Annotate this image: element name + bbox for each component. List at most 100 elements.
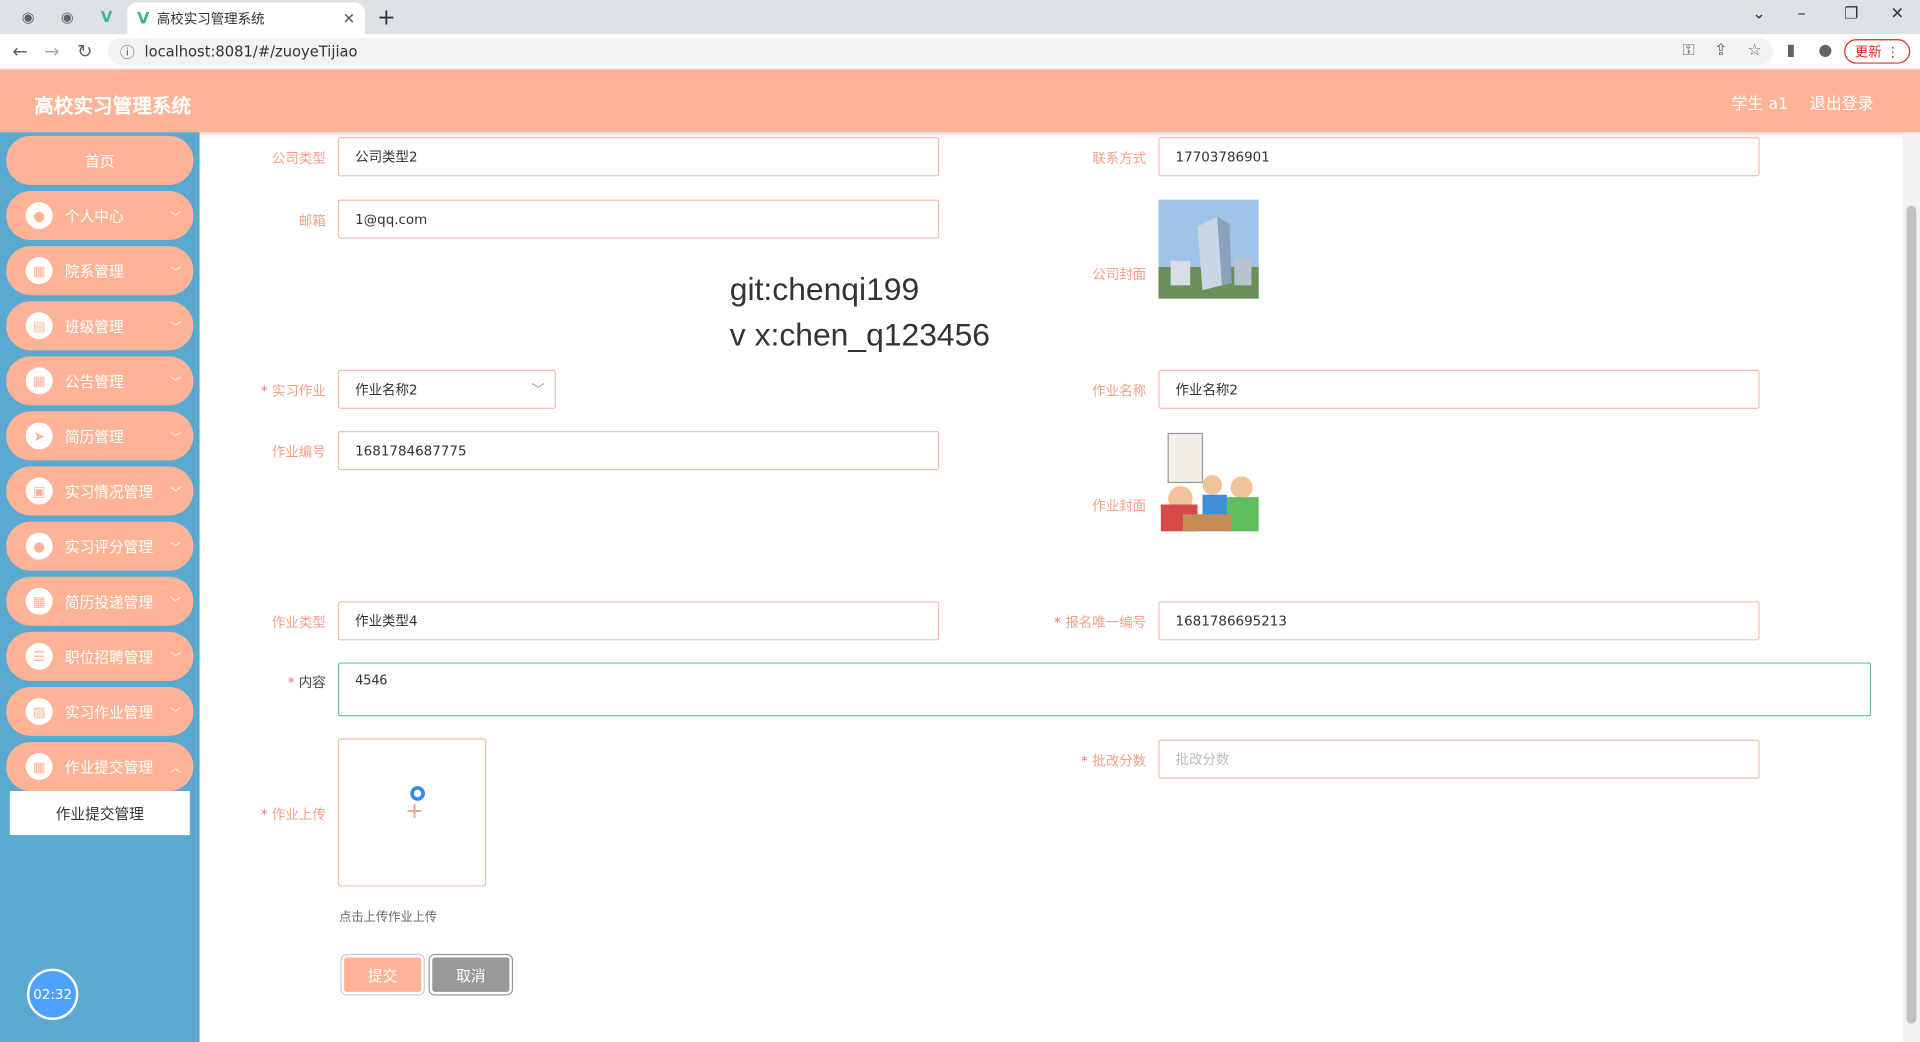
- content-textarea[interactable]: 4546: [337, 662, 1872, 717]
- company-cover-image: [1158, 199, 1259, 299]
- pinned-tab-icon[interactable]: ◉: [54, 5, 81, 29]
- location-icon: ●: [25, 532, 53, 560]
- grid-icon: ▦: [25, 587, 53, 615]
- sidebar-item-label: 职位招聘管理: [64, 648, 154, 666]
- share-icon[interactable]: ⇪: [1714, 42, 1727, 60]
- pinned-tab-icon[interactable]: ◉: [15, 5, 42, 29]
- user-label: 学生 a1: [1731, 95, 1789, 114]
- contact-field[interactable]: 17703786901: [1158, 137, 1760, 177]
- sidebar-item-label: 简历管理: [64, 427, 124, 446]
- browser-tab-active[interactable]: V 高校实习管理系统 ✕: [127, 2, 365, 35]
- sidebar-item-home[interactable]: 首页: [6, 135, 194, 185]
- score-label: * 批改分数: [1081, 753, 1147, 769]
- sidepanel-icon[interactable]: ▮: [1787, 42, 1796, 60]
- email-field[interactable]: 1@qq.com: [337, 199, 940, 239]
- score-field[interactable]: 批改分数: [1158, 739, 1760, 779]
- reload-icon[interactable]: ↻: [77, 40, 92, 62]
- sidebar-item-resume[interactable]: ➤ 简历管理 ﹀: [6, 411, 194, 461]
- watermark-line1: git:chenqi199: [729, 270, 920, 308]
- chevron-down-icon: ﹀: [170, 266, 182, 279]
- sidebar-item-label: 班级管理: [64, 317, 124, 335]
- app-header: [0, 69, 1920, 133]
- sidebar-item-department[interactable]: ▦ 院系管理 ﹀: [6, 246, 194, 296]
- forward-icon[interactable]: →: [44, 40, 59, 62]
- chevron-down-icon: ﹀: [170, 376, 182, 389]
- back-icon[interactable]: ←: [12, 40, 27, 62]
- sidebar-item-homework-submit[interactable]: ▦ 作业提交管理 ︿: [6, 742, 194, 792]
- new-tab-button[interactable]: +: [377, 5, 395, 31]
- sidebar-item-label: 个人中心: [64, 207, 124, 225]
- star-icon[interactable]: ☆: [1747, 42, 1761, 60]
- logout-link[interactable]: 退出登录: [1810, 91, 1874, 114]
- sidebar-item-resume-delivery[interactable]: ▦ 简历投递管理 ﹀: [6, 576, 194, 626]
- submit-button[interactable]: 提交: [341, 955, 424, 995]
- cancel-button[interactable]: 取消: [429, 955, 512, 995]
- internship-homework-label: * 实习作业: [260, 383, 326, 400]
- user-icon: ●: [25, 202, 53, 229]
- sidebar-item-label: 实习情况管理: [64, 483, 154, 501]
- score-label-text: 批改分数: [1092, 753, 1147, 769]
- chevron-down-icon: ﹀: [531, 382, 545, 398]
- sidebar-item-internship-status[interactable]: ▣ 实习情况管理 ﹀: [6, 466, 194, 516]
- signup-id-label: * 报名唯一编号: [1054, 614, 1147, 631]
- chevron-down-icon: ﹀: [170, 321, 182, 334]
- sidebar-item-label: 作业提交管理: [64, 758, 154, 776]
- chevron-down-icon: ﹀: [170, 541, 182, 555]
- vue-tab-icon[interactable]: V: [93, 5, 120, 29]
- key-icon[interactable]: ⚿: [1682, 42, 1694, 60]
- signup-id-label-text: 报名唯一编号: [1065, 614, 1147, 631]
- apps-icon: ▦: [25, 753, 53, 781]
- profile-icon[interactable]: ●: [1818, 42, 1832, 60]
- sidebar-item-job-recruit[interactable]: ☰ 职位招聘管理 ﹀: [6, 631, 194, 681]
- internship-homework-label-text: 实习作业: [271, 383, 326, 400]
- signup-id-field[interactable]: 1681786695213: [1158, 601, 1760, 641]
- internship-homework-selected: 作业名称2: [355, 382, 418, 398]
- upload-hint: 点击上传作业上传: [339, 911, 438, 925]
- chevron-down-icon: ﹀: [170, 211, 182, 224]
- restore-button[interactable]: ❐: [1844, 5, 1858, 23]
- watermark-line2: v x:chen_q123456: [729, 315, 991, 353]
- app-title: 高校实习管理系统: [34, 94, 192, 118]
- briefcase-icon: ▤: [25, 312, 53, 340]
- sidebar-item-label: 简历投递管理: [64, 593, 154, 611]
- internship-homework-select[interactable]: 作业名称2 ﹀: [337, 369, 556, 409]
- sidebar-item-label: 院系管理: [64, 262, 124, 280]
- minimize-button[interactable]: –: [1798, 5, 1806, 23]
- submenu-homework-submit[interactable]: 作业提交管理: [9, 791, 190, 836]
- close-tab-icon[interactable]: ✕: [343, 10, 355, 27]
- site-info-icon[interactable]: ⓘ: [120, 41, 135, 62]
- upload-label: * 作业上传: [260, 806, 326, 823]
- sidebar-item-notice[interactable]: ▦ 公告管理 ﹀: [6, 356, 194, 406]
- homework-type-label: 作业类型: [271, 614, 326, 631]
- sidebar-item-class[interactable]: ▤ 班级管理 ﹀: [6, 301, 194, 351]
- sidebar-item-label: 首页: [85, 152, 115, 170]
- homework-name-field[interactable]: 作业名称2: [1158, 369, 1760, 409]
- url-text: localhost:8081/#/zuoyeTijiao: [144, 42, 358, 61]
- homework-no-field[interactable]: 1681784687775: [337, 431, 940, 471]
- homework-type-field[interactable]: 作业类型4: [337, 601, 940, 641]
- email-label: 邮箱: [298, 213, 326, 229]
- update-button[interactable]: 更新 ⋮: [1844, 39, 1911, 64]
- url-field[interactable]: ⓘ localhost:8081/#/zuoyeTijiao: [107, 37, 1774, 65]
- sidebar-item-internship-score[interactable]: ● 实习评分管理 ﹀: [6, 521, 194, 571]
- update-label: 更新: [1854, 44, 1882, 61]
- tab-title: 高校实习管理系统: [156, 11, 265, 27]
- sidebar-item-label: 实习评分管理: [64, 538, 154, 556]
- company-type-label: 公司类型: [271, 150, 326, 167]
- sidebar-item-label: 实习作业管理: [64, 703, 154, 721]
- company-type-field[interactable]: 公司类型2: [337, 137, 940, 177]
- list-icon: ☰: [25, 642, 53, 670]
- tab-search-icon[interactable]: ⌄: [1752, 5, 1765, 23]
- upload-box[interactable]: +: [337, 738, 487, 887]
- company-cover-label: 公司封面: [1092, 266, 1147, 283]
- chevron-down-icon: ﹀: [170, 486, 182, 499]
- chevron-down-icon: ﹀: [170, 431, 182, 444]
- image-icon: ▨: [25, 697, 53, 725]
- close-window-button[interactable]: ✕: [1891, 5, 1904, 23]
- plus-icon: +: [405, 798, 424, 825]
- upload-label-text: 作业上传: [271, 806, 326, 823]
- scrollbar-thumb[interactable]: [1906, 205, 1917, 1024]
- sidebar-item-personal-center[interactable]: ● 个人中心 ﹀: [6, 191, 194, 241]
- sidebar-item-internship-homework[interactable]: ▨ 实习作业管理 ﹀: [6, 686, 194, 736]
- chevron-down-icon: ﹀: [170, 652, 182, 665]
